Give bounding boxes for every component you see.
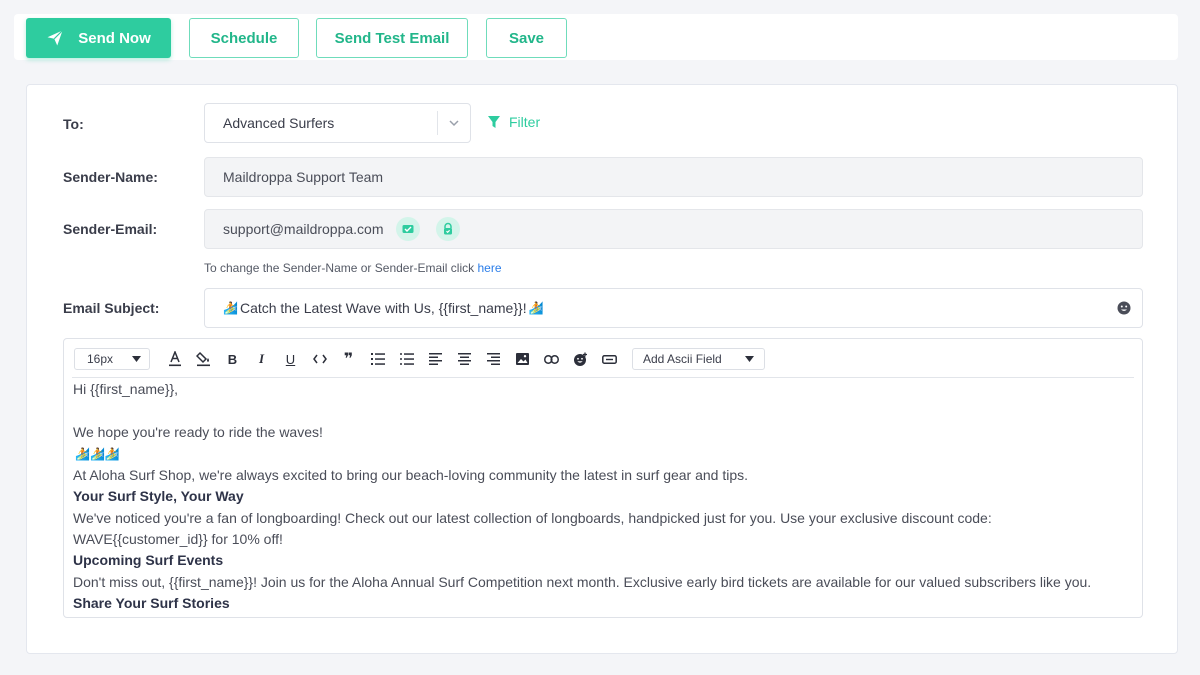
text-color-icon[interactable] bbox=[160, 348, 189, 370]
save-button[interactable]: Save bbox=[486, 18, 567, 58]
sender-email-value: support@maildroppa.com bbox=[223, 221, 384, 237]
bold-icon[interactable]: B bbox=[218, 348, 247, 370]
sender-email-label: Sender-Email: bbox=[63, 221, 158, 237]
send-test-email-button[interactable]: Send Test Email bbox=[316, 18, 468, 58]
align-left-icon[interactable] bbox=[421, 348, 450, 370]
recipient-value: Advanced Surfers bbox=[223, 115, 335, 131]
body-line: 🏄🏄🏄 bbox=[73, 443, 1132, 465]
code-icon[interactable] bbox=[305, 348, 334, 370]
paper-plane-icon bbox=[47, 30, 64, 46]
subject-label: Email Subject: bbox=[63, 300, 160, 316]
body-line: We've noticed you're a fan of longboardi… bbox=[73, 509, 992, 526]
font-size-value: 16px bbox=[87, 352, 114, 366]
to-label: To: bbox=[63, 116, 84, 132]
send-now-label: Send Now bbox=[78, 29, 151, 47]
align-center-icon[interactable] bbox=[450, 348, 479, 370]
merge-tag-icon[interactable] bbox=[595, 348, 624, 370]
filter-button[interactable]: Filter bbox=[487, 114, 540, 130]
sender-change-hint: To change the Sender-Name or Sender-Emai… bbox=[204, 261, 502, 275]
compose-card: To: Advanced Surfers Filter Sender-Name:… bbox=[26, 84, 1178, 654]
font-size-select[interactable]: 16px bbox=[74, 348, 150, 370]
image-icon[interactable] bbox=[508, 348, 537, 370]
body-line: We hope you're ready to ride the waves! bbox=[73, 423, 323, 440]
sender-name-field: Maildroppa Support Team bbox=[204, 157, 1143, 197]
underline-icon[interactable]: U bbox=[276, 348, 305, 370]
emoji-icon[interactable] bbox=[566, 348, 595, 370]
recipient-select[interactable]: Advanced Surfers bbox=[204, 103, 471, 143]
email-body-content[interactable]: Hi {{first_name}}, We hope you're ready … bbox=[73, 379, 1132, 614]
subject-input[interactable]: 🏄 Catch the Latest Wave with Us, {{first… bbox=[204, 288, 1143, 328]
sender-name-value: Maildroppa Support Team bbox=[223, 169, 384, 185]
chevron-down-icon bbox=[438, 117, 470, 129]
ascii-field-select[interactable]: Add Ascii Field bbox=[632, 348, 765, 370]
surfer-emoji-icon: 🏄 bbox=[223, 301, 238, 315]
send-now-button[interactable]: Send Now bbox=[26, 18, 171, 58]
verified-email-icon[interactable] bbox=[395, 217, 420, 241]
schedule-button[interactable]: Schedule bbox=[189, 18, 299, 58]
subject-value: Catch the Latest Wave with Us, {{first_n… bbox=[239, 300, 527, 316]
body-line: At Aloha Surf Shop, we're always excited… bbox=[73, 467, 749, 484]
body-line bbox=[73, 400, 1132, 421]
sender-name-label: Sender-Name: bbox=[63, 169, 158, 185]
highlight-color-icon[interactable] bbox=[189, 348, 218, 370]
action-toolbar: Send Now Schedule Send Test Email Save bbox=[14, 14, 1178, 60]
body-line: Hi {{first_name}}, bbox=[73, 381, 179, 397]
body-line: WAVE{{customer_id}} for 10% off! bbox=[73, 531, 283, 548]
lock-icon[interactable] bbox=[435, 217, 460, 241]
hint-link[interactable]: here bbox=[477, 261, 501, 275]
save-label: Save bbox=[508, 29, 545, 47]
ordered-list-icon[interactable] bbox=[363, 348, 392, 370]
quote-icon[interactable]: ❞ bbox=[334, 348, 363, 370]
body-line: Share Your Surf Stories bbox=[73, 594, 230, 611]
send-test-email-label: Send Test Email bbox=[334, 29, 450, 47]
link-icon[interactable] bbox=[537, 348, 566, 370]
filter-icon bbox=[488, 116, 500, 128]
body-line: Your Surf Style, Your Way bbox=[73, 488, 244, 505]
bullet-list-icon[interactable] bbox=[392, 348, 421, 370]
filter-label: Filter bbox=[509, 114, 541, 130]
body-line: Don't miss out, {{first_name}}! Join us … bbox=[73, 573, 1092, 590]
hint-text: To change the Sender-Name or Sender-Emai… bbox=[204, 261, 478, 275]
italic-icon[interactable]: I bbox=[247, 348, 276, 370]
surfer-emoji-icon: 🏄🏄🏄 bbox=[75, 446, 120, 461]
editor-toolbar: 16px B I U ❞ Add Ascii Field bbox=[74, 347, 1132, 371]
caret-down-icon bbox=[745, 356, 754, 362]
ascii-field-label: Add Ascii Field bbox=[643, 352, 722, 366]
body-line: Upcoming Surf Events bbox=[73, 552, 224, 569]
sender-email-field: support@maildroppa.com bbox=[204, 209, 1143, 249]
surfer-emoji-icon: 🏄 bbox=[528, 301, 544, 315]
emoji-picker-icon[interactable] bbox=[1116, 300, 1132, 319]
align-right-icon[interactable] bbox=[479, 348, 508, 370]
editor-divider bbox=[72, 377, 1134, 378]
schedule-label: Schedule bbox=[210, 29, 278, 47]
email-body-editor[interactable]: 16px B I U ❞ Add Ascii Field Hi {{first_… bbox=[63, 338, 1143, 618]
caret-down-icon bbox=[132, 356, 141, 362]
